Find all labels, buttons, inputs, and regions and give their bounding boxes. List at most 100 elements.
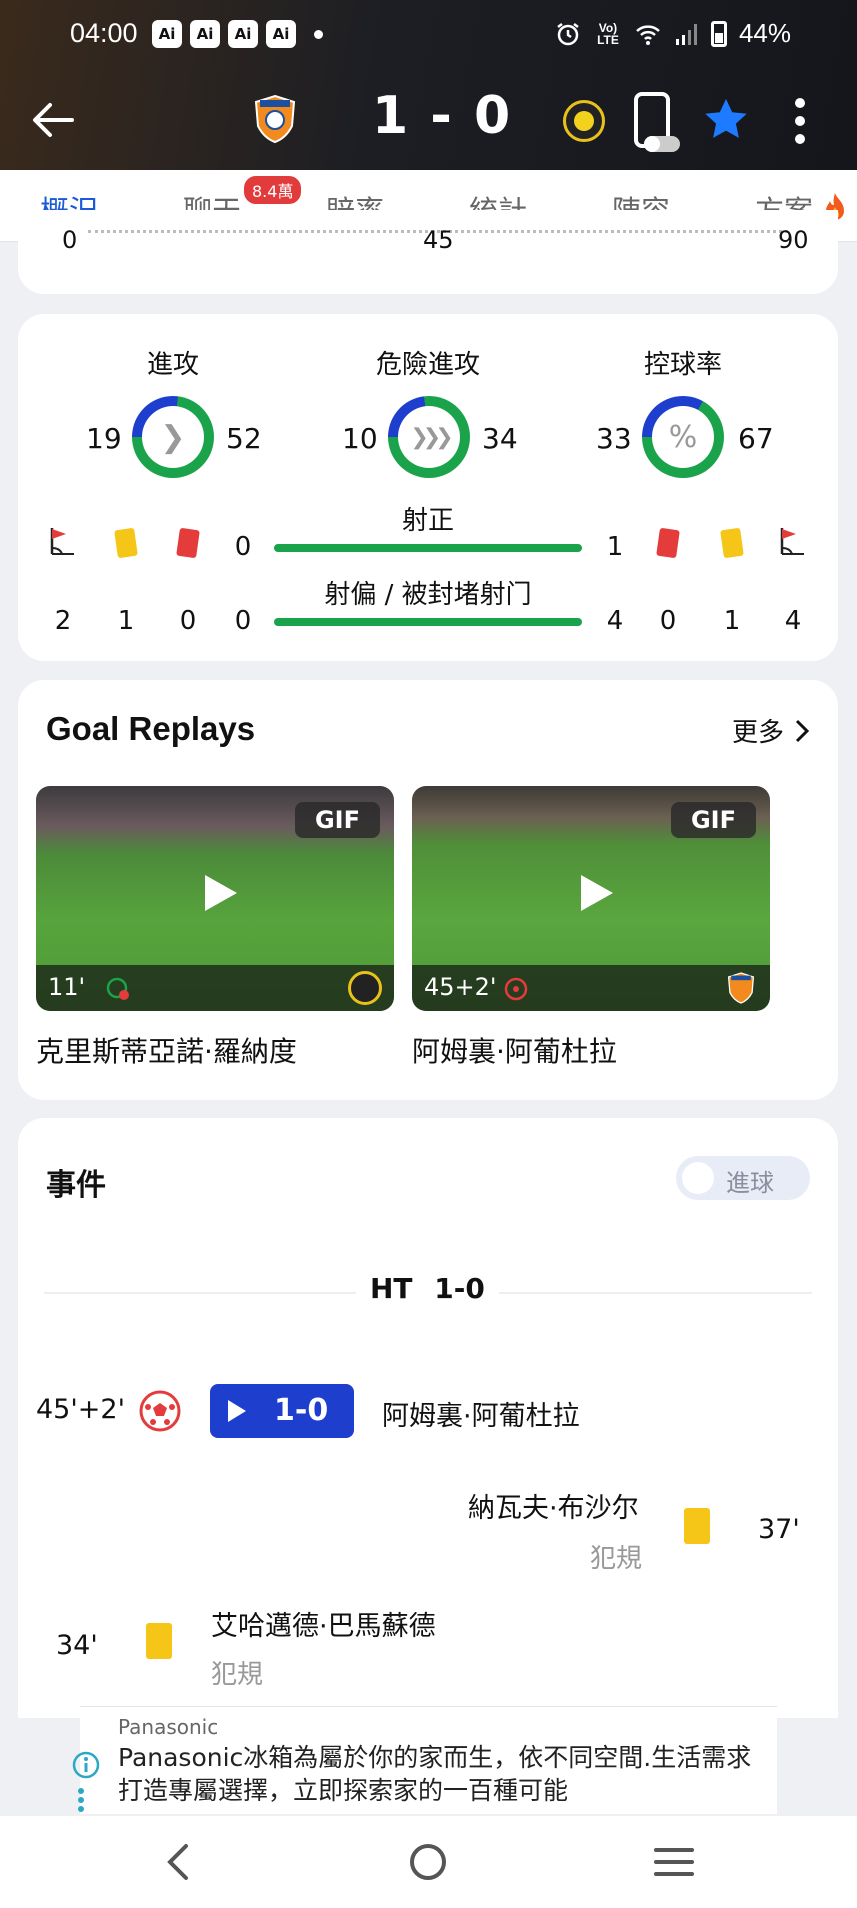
ad-banner[interactable]: Panasonic Panasonic冰箱為屬於你的家而生，依不同空間.生活需求… <box>72 1706 777 1814</box>
attack-label: 進攻 <box>146 350 199 380</box>
ai-notification-icon: Ai <box>266 20 296 48</box>
battery-percent: 44% <box>738 18 791 48</box>
off-target-bar <box>274 618 582 626</box>
yellow-card-icon <box>146 1623 172 1659</box>
match-score: 1 - 0 <box>372 86 513 146</box>
video-footer: 45+2' <box>412 965 770 1011</box>
nav-recents-icon[interactable] <box>650 1838 698 1886</box>
possession-ring: % <box>642 396 724 478</box>
possession-away: 67 <box>738 422 774 455</box>
event-minute: 45'+2' <box>36 1394 126 1425</box>
replay-video-2[interactable]: GIF 45+2' <box>412 786 770 1011</box>
ht-score: 1-0 <box>434 1272 485 1305</box>
phone-toggle-switch[interactable] <box>644 136 680 152</box>
home-corners: 2 <box>54 606 72 636</box>
back-arrow-icon[interactable] <box>28 95 78 145</box>
event-detail: 犯規 <box>590 1544 643 1574</box>
away-yellow-count: 1 <box>723 606 741 636</box>
system-nav-bar <box>0 1816 857 1908</box>
favorite-star-icon[interactable] <box>702 96 750 144</box>
goal-replays-card: Goal Replays 更多 GIF 11' 克里斯蒂亞諾·羅納度 GIF 4… <box>18 680 838 1100</box>
replay-caption-1[interactable]: 克里斯蒂亞諾·羅納度 <box>36 1030 297 1070</box>
home-corner-flag-icon <box>50 528 74 555</box>
ad-info-icon[interactable] <box>72 1751 100 1779</box>
ad-options-icon[interactable] <box>76 1787 86 1813</box>
play-icon <box>228 1400 246 1422</box>
danger-ring: ❯❯❯ <box>388 396 470 478</box>
match-timeline: 0 45 90 <box>48 210 809 254</box>
stats-card: 進攻 危險進攻 控球率 19 ❯ 52 10 ❯❯❯ 34 33 % 67 0 … <box>18 314 838 661</box>
toggle-knob[interactable] <box>682 1162 714 1194</box>
away-team-badge <box>348 971 382 1005</box>
event-score: 1-0 <box>274 1393 329 1428</box>
event-minute: 37' <box>758 1514 800 1545</box>
more-options-icon[interactable] <box>790 96 810 146</box>
goals-only-toggle[interactable]: 進球 <box>676 1156 810 1200</box>
events-card: 事件 進球 HT 1-0 45'+2' 1-0 阿姆裏·阿葡杜拉 納瓦夫·布沙尔… <box>18 1118 838 1718</box>
ad-text[interactable]: Panasonic冰箱為屬於你的家而生，依不同空間.生活需求打造專屬選擇，立即探… <box>118 1741 758 1807</box>
ad-brand: Panasonic <box>118 1715 219 1739</box>
play-icon[interactable] <box>197 871 241 915</box>
yellow-card-icon <box>684 1508 710 1544</box>
danger-home: 10 <box>342 422 378 455</box>
replay-video-1[interactable]: GIF 11' <box>36 786 394 1011</box>
signal-icon <box>675 23 697 45</box>
video-footer: 11' <box>36 965 394 1011</box>
on-target-label: 射正 <box>401 506 454 536</box>
home-yellow-count: 1 <box>117 606 135 636</box>
goal-replays-title: Goal Replays <box>46 710 256 747</box>
attack-away: 52 <box>226 422 262 455</box>
more-notifications-dot <box>314 29 323 39</box>
more-replays-link[interactable]: 更多 <box>732 712 810 749</box>
halftime-label: HT 1-0 <box>356 1272 499 1305</box>
play-icon[interactable] <box>573 871 617 915</box>
nav-back-icon[interactable] <box>156 1838 204 1886</box>
event-detail: 犯規 <box>211 1660 264 1690</box>
ai-notification-icon: Ai <box>190 20 220 48</box>
event-player[interactable]: 納瓦夫·布沙尔 <box>468 1486 639 1525</box>
away-red-count: 0 <box>659 606 677 636</box>
alarm-icon <box>557 22 579 45</box>
toggle-label: 進球 <box>726 1169 774 1197</box>
home-red-card-icon <box>176 527 200 559</box>
status-time: 04:00 <box>70 18 138 48</box>
phone-toggle-icon[interactable] <box>634 92 680 152</box>
away-yellow-card-icon <box>720 527 744 559</box>
attack-ring: ❯ <box>132 396 214 478</box>
ht-text: HT <box>370 1272 413 1305</box>
danger-away: 34 <box>482 422 518 455</box>
match-header: 04:00 Ai Ai Ai Ai Vo) LTE 44% 1 - 0 <box>0 0 857 170</box>
battery-icon <box>710 20 727 47</box>
video-minute: 11' <box>48 973 86 1001</box>
on-target-bar <box>274 544 582 552</box>
event-player[interactable]: 阿姆裏·阿葡杜拉 <box>382 1394 580 1433</box>
goal-video-button[interactable]: 1-0 <box>210 1384 354 1438</box>
event-player[interactable]: 艾哈邁德·巴馬蘇德 <box>211 1604 436 1643</box>
wifi-icon <box>636 24 660 45</box>
home-red-count: 0 <box>179 606 197 636</box>
danger-attack-label: 危險進攻 <box>375 350 480 380</box>
nav-home-icon[interactable] <box>404 1838 452 1886</box>
replay-caption-2[interactable]: 阿姆裏·阿葡杜拉 <box>412 1030 617 1070</box>
percent-icon: % <box>652 406 714 468</box>
away-corners: 4 <box>784 606 802 636</box>
chevron-right-icon <box>795 719 810 742</box>
goal-ball-icon <box>139 1390 181 1432</box>
video-minute: 45+2' <box>424 973 497 1001</box>
on-target-away: 1 <box>606 532 624 562</box>
timeline-start: 0 <box>62 226 78 254</box>
away-corner-flag-icon <box>780 528 804 555</box>
notification-badges: Ai Ai Ai Ai <box>152 20 323 48</box>
chat-count-badge: 8.4萬 <box>244 176 302 204</box>
status-right: Vo) LTE 44% <box>555 18 791 49</box>
possession-home: 33 <box>596 422 632 455</box>
timeline-mid: 45 <box>423 226 454 254</box>
off-target-away: 4 <box>606 606 624 636</box>
lte-icon: Vo) LTE <box>597 20 619 47</box>
home-team-logo[interactable] <box>252 94 298 144</box>
more-label: 更多 <box>731 718 784 748</box>
ai-notification-icon: Ai <box>228 20 258 48</box>
away-red-card-icon <box>656 527 680 559</box>
away-team-logo[interactable] <box>563 100 605 142</box>
attack-home: 19 <box>86 422 122 455</box>
